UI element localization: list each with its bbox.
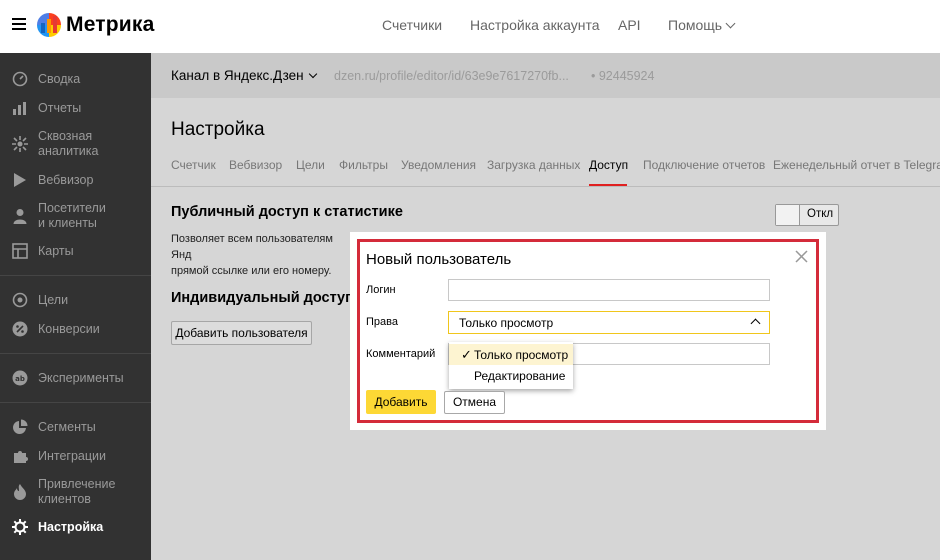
sidebar-item-summary[interactable]: Сводка: [0, 70, 151, 90]
sidebar-item-conversions[interactable]: Конверсии: [0, 320, 151, 340]
counter-bar: Канал в Яндекс.Дзен dzen.ru/profile/edit…: [151, 53, 940, 98]
sidebar-item-goals[interactable]: Цели: [0, 291, 151, 311]
sidebar-item-label: Сквозная аналитика: [38, 129, 99, 158]
public-access-toggle[interactable]: Откл: [775, 204, 839, 226]
checkmark-icon: ✓: [461, 347, 472, 362]
public-access-description: Позволяет всем пользователям Янд прямой …: [171, 231, 351, 279]
sidebar-item-label: Сводка: [38, 72, 81, 86]
rights-option-edit[interactable]: Редактирование: [449, 365, 573, 386]
flame-icon: [14, 484, 26, 500]
sidebar-item-label: Привлечение клиентов: [38, 477, 116, 506]
topnav-help-label: Помощь: [668, 17, 723, 33]
target-icon: [12, 292, 28, 308]
topnav-help[interactable]: Помощь: [668, 17, 736, 33]
tab-webvisor[interactable]: Вебвизор: [229, 158, 282, 172]
rights-option-view-only[interactable]: ✓ Только просмотр: [449, 344, 573, 365]
dialog-cancel-button[interactable]: Отмена: [444, 391, 505, 414]
tab-goals[interactable]: Цели: [296, 158, 325, 172]
tab-data-upload[interactable]: Загрузка данных: [487, 158, 580, 172]
option-label: Только просмотр: [474, 348, 569, 362]
sidebar-item-label: Карты: [38, 244, 74, 258]
puzzle-icon: [14, 451, 28, 463]
sidebar-item-end-to-end-analytics[interactable]: Сквозная аналитика: [0, 128, 151, 160]
counter-id: • 92445924: [591, 69, 655, 83]
option-label: Редактирование: [474, 369, 566, 383]
counter-url: dzen.ru/profile/editor/id/63e9e7617270fb…: [334, 69, 569, 83]
tabs-divider: [151, 186, 940, 187]
ab-icon: ab: [12, 370, 28, 386]
percent-icon: [12, 321, 28, 337]
topnav-counters[interactable]: Счетчики: [382, 17, 442, 33]
rights-select[interactable]: Только просмотр: [448, 311, 770, 334]
comment-label: Комментарий: [366, 348, 436, 360]
rights-label: Права: [366, 316, 398, 328]
sidebar-item-label: Вебвизор: [38, 173, 94, 187]
toggle-label: Откл: [807, 208, 834, 220]
topnav-account-settings[interactable]: Настройка аккаунта: [470, 17, 600, 33]
page-title: Настройка: [171, 119, 265, 140]
sidebar-item-label: Сегменты: [38, 420, 96, 434]
sidebar-item-customer-acquisition[interactable]: Привлечение клиентов: [0, 476, 151, 508]
svg-text:ab: ab: [15, 375, 25, 383]
chevron-down-icon: [725, 18, 736, 29]
sidebar-item-reports[interactable]: Отчеты: [0, 99, 151, 119]
counter-name: Канал в Яндекс.Дзен: [171, 68, 304, 83]
public-access-desc-line1: Позволяет всем пользователям Янд: [171, 233, 333, 261]
tab-access[interactable]: Доступ: [589, 158, 628, 172]
dashboard-icon: [12, 71, 28, 87]
sidebar: Сводка Отчеты Сквозная аналитика Вебвизо…: [0, 53, 151, 560]
sidebar-item-label: Настройка: [38, 520, 104, 534]
end-to-end-icon: [12, 136, 28, 152]
sidebar-item-label: Конверсии: [38, 322, 100, 336]
toggle-knob: [776, 205, 800, 225]
sidebar-item-visitors[interactable]: Посетители и клиенты: [0, 200, 151, 232]
sidebar-item-integrations[interactable]: Интеграции: [0, 447, 151, 467]
sidebar-divider: [0, 402, 151, 403]
close-icon[interactable]: [795, 250, 808, 263]
tab-filters[interactable]: Фильтры: [339, 158, 388, 172]
metrika-logo-icon[interactable]: [37, 13, 61, 37]
chevron-down-icon: [308, 69, 317, 79]
login-input[interactable]: [448, 279, 770, 301]
bar-chart-icon: [13, 102, 26, 115]
login-label: Логин: [366, 284, 396, 296]
counter-selector[interactable]: Канал в Яндекс.Дзен: [171, 68, 317, 83]
add-user-button[interactable]: Добавить пользователя: [171, 321, 312, 345]
person-icon: [13, 209, 27, 224]
sidebar-item-segments[interactable]: Сегменты: [0, 418, 151, 438]
tab-weekly-telegram-report[interactable]: Еженедельный отчет в Telegram: [773, 158, 940, 172]
sidebar-item-webvisor[interactable]: Вебвизор: [0, 171, 151, 191]
app-logo-text[interactable]: Метрика: [66, 13, 155, 37]
tab-notifications[interactable]: Уведомления: [401, 158, 476, 172]
rights-dropdown-menu: ✓ Только просмотр Редактирование: [449, 342, 573, 389]
pie-icon: [13, 419, 28, 434]
sidebar-divider: [0, 353, 151, 354]
tab-report-connections[interactable]: Подключение отчетов: [643, 158, 765, 172]
sidebar-item-label: Интеграции: [38, 449, 107, 463]
sidebar-item-label: Посетители и клиенты: [38, 201, 106, 230]
rights-select-value: Только просмотр: [459, 316, 554, 330]
sidebar-item-label: Отчеты: [38, 101, 82, 115]
dialog-add-button[interactable]: Добавить: [366, 390, 436, 414]
map-icon: [12, 243, 28, 259]
top-header: Метрика Счетчики Настройка аккаунта API …: [0, 0, 940, 53]
chevron-up-icon: [750, 318, 761, 329]
public-access-desc-line2: прямой ссылке или его номеру.: [171, 265, 332, 277]
dialog-title: Новый пользователь: [366, 251, 512, 268]
sidebar-item-label: Эксперименты: [38, 371, 124, 385]
sidebar-item-label: Цели: [38, 293, 69, 307]
public-access-title: Публичный доступ к статистике: [171, 204, 403, 220]
sidebar-item-experiments[interactable]: ab Эксперименты: [0, 369, 151, 389]
topnav-api[interactable]: API: [618, 17, 641, 33]
gear-icon: [12, 519, 28, 535]
sidebar-item-maps[interactable]: Карты: [0, 242, 151, 262]
tab-counter[interactable]: Счетчик: [171, 158, 216, 172]
play-icon: [14, 173, 26, 187]
sidebar-divider: [0, 275, 151, 276]
individual-access-title: Индивидуальный доступ: [171, 290, 354, 306]
sidebar-item-settings[interactable]: Настройка: [0, 518, 151, 538]
hamburger-icon[interactable]: [12, 18, 26, 30]
